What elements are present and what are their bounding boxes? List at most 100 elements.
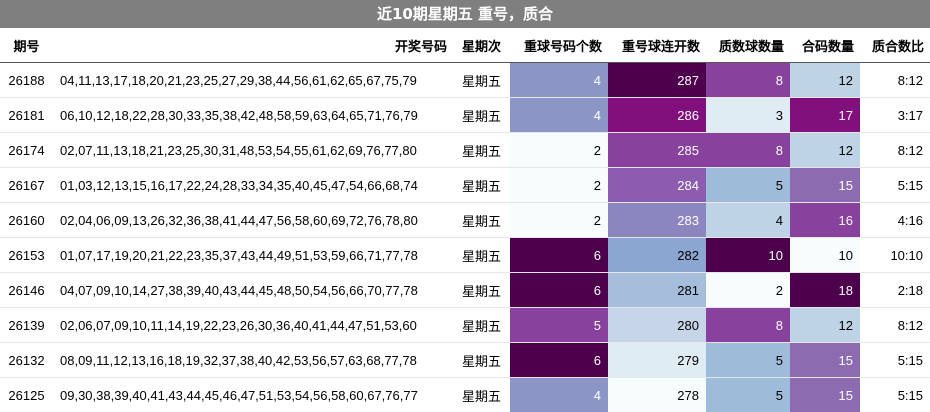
cell-ratio: 8:12 [860,63,930,98]
cell-repeat-streak: 284 [608,168,706,203]
cell-repeat-streak: 278 [608,378,706,412]
cell-repeat-count: 2 [510,203,608,238]
cell-repeat-streak: 286 [608,98,706,133]
cell-repeat-streak: 281 [608,273,706,308]
cell-prime-count: 8 [706,63,790,98]
cell-ratio: 5:15 [860,378,930,412]
header-prime-count: 质数球数量 [706,29,790,63]
cell-numbers: 08,09,11,12,13,16,18,19,32,37,38,40,42,5… [53,343,453,378]
cell-numbers: 02,07,11,13,18,21,23,25,30,31,48,53,54,5… [53,133,453,168]
cell-numbers: 09,30,38,39,40,41,43,44,45,46,47,51,53,5… [53,378,453,412]
cell-issue: 26139 [0,308,53,343]
cell-weekday: 星期五 [453,238,510,273]
table-row: 2618106,10,12,18,22,28,30,33,35,38,42,48… [0,98,930,133]
cell-repeat-count: 2 [510,133,608,168]
cell-weekday: 星期五 [453,273,510,308]
cell-repeat-streak: 287 [608,63,706,98]
table-row: 2615301,07,17,19,20,21,22,23,35,37,43,44… [0,238,930,273]
header-ratio: 质合数比 [860,29,930,63]
cell-repeat-count: 6 [510,343,608,378]
cell-composite-count: 16 [790,203,860,238]
cell-numbers: 01,07,17,19,20,21,22,23,35,37,43,44,49,5… [53,238,453,273]
cell-repeat-count: 6 [510,238,608,273]
cell-ratio: 5:15 [860,168,930,203]
header-composite-count: 合码数量 [790,29,860,63]
header-row: 期号 开奖号码 星期次 重球号码个数 重号球连开数 质数球数量 合码数量 质合数… [0,29,930,63]
cell-composite-count: 12 [790,308,860,343]
cell-ratio: 2:18 [860,273,930,308]
cell-prime-count: 10 [706,238,790,273]
cell-weekday: 星期五 [453,63,510,98]
cell-issue: 26160 [0,203,53,238]
cell-issue: 26188 [0,63,53,98]
cell-ratio: 5:15 [860,343,930,378]
cell-numbers: 06,10,12,18,22,28,30,33,35,38,42,48,58,5… [53,98,453,133]
cell-ratio: 8:12 [860,133,930,168]
cell-issue: 26181 [0,98,53,133]
cell-repeat-count: 5 [510,308,608,343]
cell-weekday: 星期五 [453,378,510,412]
cell-weekday: 星期五 [453,133,510,168]
header-weekday: 星期次 [453,29,510,63]
header-numbers: 开奖号码 [53,29,453,63]
cell-repeat-count: 4 [510,98,608,133]
header-issue: 期号 [0,29,53,63]
cell-composite-count: 15 [790,343,860,378]
cell-weekday: 星期五 [453,203,510,238]
cell-ratio: 4:16 [860,203,930,238]
cell-prime-count: 4 [706,203,790,238]
cell-weekday: 星期五 [453,308,510,343]
cell-composite-count: 15 [790,168,860,203]
cell-composite-count: 18 [790,273,860,308]
cell-numbers: 04,11,13,17,18,20,21,23,25,27,29,38,44,5… [53,63,453,98]
lottery-table: 期号 开奖号码 星期次 重球号码个数 重号球连开数 质数球数量 合码数量 质合数… [0,29,930,412]
cell-issue: 26146 [0,273,53,308]
cell-composite-count: 12 [790,133,860,168]
cell-issue: 26132 [0,343,53,378]
cell-repeat-streak: 280 [608,308,706,343]
results-table-panel: 近10期星期五 重号，质合 期号 开奖号码 星期次 重球号码个数 重号球连开数 … [0,0,930,403]
cell-composite-count: 12 [790,63,860,98]
cell-repeat-count: 4 [510,63,608,98]
cell-numbers: 02,06,07,09,10,11,14,19,22,23,26,30,36,4… [53,308,453,343]
header-repeat-streak: 重号球连开数 [608,29,706,63]
table-row: 2618804,11,13,17,18,20,21,23,25,27,29,38… [0,63,930,98]
cell-weekday: 星期五 [453,168,510,203]
cell-numbers: 01,03,12,13,15,16,17,22,24,28,33,34,35,4… [53,168,453,203]
cell-repeat-streak: 279 [608,343,706,378]
cell-composite-count: 15 [790,378,860,412]
cell-prime-count: 3 [706,98,790,133]
cell-repeat-count: 6 [510,273,608,308]
cell-prime-count: 5 [706,343,790,378]
cell-issue: 26153 [0,238,53,273]
table-row: 2613902,06,07,09,10,11,14,19,22,23,26,30… [0,308,930,343]
cell-ratio: 8:12 [860,308,930,343]
cell-repeat-streak: 285 [608,133,706,168]
table-row: 2616701,03,12,13,15,16,17,22,24,28,33,34… [0,168,930,203]
cell-ratio: 3:17 [860,98,930,133]
table-row: 2613208,09,11,12,13,16,18,19,32,37,38,40… [0,343,930,378]
cell-issue: 26174 [0,133,53,168]
cell-issue: 26125 [0,378,53,412]
table-title: 近10期星期五 重号，质合 [0,0,930,29]
cell-composite-count: 10 [790,238,860,273]
cell-issue: 26167 [0,168,53,203]
cell-ratio: 10:10 [860,238,930,273]
cell-repeat-streak: 283 [608,203,706,238]
table-row: 2612509,30,38,39,40,41,43,44,45,46,47,51… [0,378,930,412]
cell-prime-count: 5 [706,378,790,412]
table-row: 2616002,04,06,09,13,26,32,36,38,41,44,47… [0,203,930,238]
cell-numbers: 04,07,09,10,14,27,38,39,40,43,44,45,48,5… [53,273,453,308]
table-row: 2614604,07,09,10,14,27,38,39,40,43,44,45… [0,273,930,308]
cell-prime-count: 8 [706,133,790,168]
header-repeat-count: 重球号码个数 [510,29,608,63]
cell-repeat-count: 2 [510,168,608,203]
cell-composite-count: 17 [790,98,860,133]
table-body: 2618804,11,13,17,18,20,21,23,25,27,29,38… [0,63,930,412]
cell-prime-count: 8 [706,308,790,343]
cell-prime-count: 5 [706,168,790,203]
cell-prime-count: 2 [706,273,790,308]
cell-weekday: 星期五 [453,98,510,133]
cell-repeat-count: 4 [510,378,608,412]
cell-numbers: 02,04,06,09,13,26,32,36,38,41,44,47,56,5… [53,203,453,238]
